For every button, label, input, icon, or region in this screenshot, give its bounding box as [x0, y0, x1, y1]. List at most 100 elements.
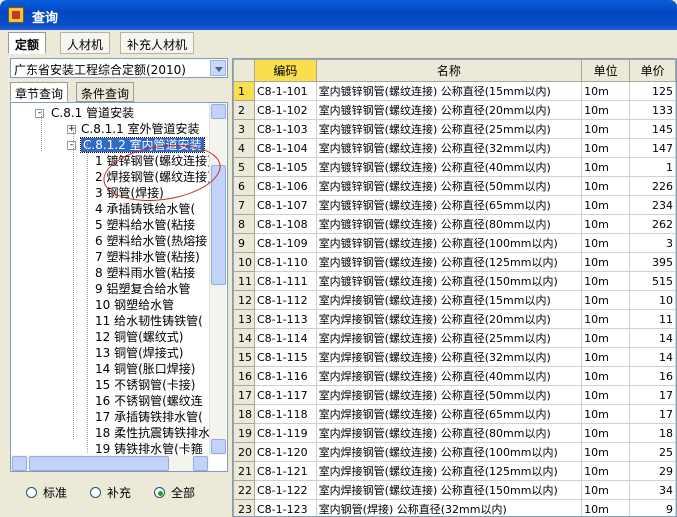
quota-code[interactable]: C8-1-111 [254, 271, 317, 291]
quota-price[interactable]: 14 [629, 347, 676, 367]
quota-price[interactable]: 29 [629, 461, 676, 481]
quota-unit[interactable]: 10m [581, 347, 631, 367]
table-row[interactable]: 20 C8-1-120 室内焊接钢管(螺纹连接) 公称直径(100mm以内) 10m 2… [233, 442, 676, 462]
quota-unit[interactable]: 10m [581, 138, 631, 158]
quota-unit[interactable]: 10m [581, 385, 631, 405]
quota-price[interactable]: 234 [629, 195, 676, 215]
quota-unit[interactable]: 10m [581, 271, 631, 291]
quota-name[interactable]: 室内镀锌钢管(螺纹连接) 公称直径(80mm以内) [315, 214, 583, 234]
quota-name[interactable]: 室内焊接钢管(螺纹连接) 公称直径(15mm以内) [315, 290, 583, 310]
quota-price[interactable]: 145 [629, 119, 676, 139]
table-row[interactable]: 3 C8-1-103 室内镀锌钢管(螺纹连接) 公称直径(25mm以内) 10m 145 [233, 119, 676, 139]
tree-node[interactable]: 3 钢管(焊接) [95, 185, 164, 201]
quota-price[interactable]: 9 [629, 499, 676, 516]
quota-code[interactable]: C8-1-102 [254, 100, 317, 120]
quota-name[interactable]: 室内镀锌钢管(螺纹连接) 公称直径(15mm以内) [315, 81, 583, 101]
tree-node[interactable]: 1 镀锌钢管(螺纹连接) [95, 153, 212, 169]
quota-name[interactable]: 室内焊接钢管(螺纹连接) 公称直径(50mm以内) [315, 385, 583, 405]
table-row[interactable]: 18 C8-1-118 室内焊接钢管(螺纹连接) 公称直径(65mm以内) 10m 17 [233, 404, 676, 424]
col-header-unit[interactable]: 单位 [581, 59, 631, 82]
scroll-left-button[interactable] [12, 456, 27, 471]
quota-name[interactable]: 室内焊接钢管(螺纹连接) 公称直径(150mm以内) [315, 480, 583, 500]
quota-name[interactable]: 室内焊接钢管(螺纹连接) 公称直径(20mm以内) [315, 309, 583, 329]
quota-name[interactable]: 室内镀锌钢管(螺纹连接) 公称直径(40mm以内) [315, 157, 583, 177]
table-row[interactable]: 19 C8-1-119 室内焊接钢管(螺纹连接) 公称直径(80mm以内) 10m 18 [233, 423, 676, 443]
quota-price[interactable]: 262 [629, 214, 676, 234]
tab-chapter-search[interactable]: 章节查询 [10, 82, 69, 102]
quota-grid[interactable]: 编码 名称 单位 单价 1 C8-1-101 室内镀锌钢管(螺纹连接) 公称直径(1… [232, 58, 677, 517]
quota-code[interactable]: C8-1-103 [254, 119, 317, 139]
quota-code[interactable]: C8-1-107 [254, 195, 317, 215]
quota-price[interactable]: 395 [629, 252, 676, 272]
table-row[interactable]: 1 C8-1-101 室内镀锌钢管(螺纹连接) 公称直径(15mm以内) 10m 125 [233, 81, 676, 101]
quota-unit[interactable]: 10m [581, 366, 631, 386]
quota-name[interactable]: 室内钢管(焊接) 公称直径(32mm以内) [315, 499, 583, 516]
quota-name[interactable]: 室内镀锌钢管(螺纹连接) 公称直径(25mm以内) [315, 119, 583, 139]
quota-unit[interactable]: 10m [581, 442, 631, 462]
table-row[interactable]: 22 C8-1-122 室内焊接钢管(螺纹连接) 公称直径(150mm以内) 10m 3… [233, 480, 676, 500]
quota-unit[interactable]: 10m [581, 423, 631, 443]
quota-code[interactable]: C8-1-113 [254, 309, 317, 329]
col-header-code[interactable]: 编码 [254, 59, 317, 82]
quota-price[interactable]: 17 [629, 385, 676, 405]
filter-supplement-radio[interactable]: 补充 [90, 484, 131, 501]
filter-all-radio[interactable]: 全部 [154, 484, 195, 501]
quota-unit[interactable]: 10m [581, 328, 631, 348]
tab-condition-search[interactable]: 条件查询 [76, 82, 135, 102]
chevron-down-icon[interactable] [210, 60, 226, 76]
quota-price[interactable]: 25 [629, 442, 676, 462]
quota-library-select[interactable]: 广东省安装工程综合定额(2010) [10, 58, 228, 78]
table-row[interactable]: 13 C8-1-113 室内焊接钢管(螺纹连接) 公称直径(20mm以内) 10m 11 [233, 309, 676, 329]
tab-labor-material-machine[interactable]: 人材机 [60, 32, 111, 54]
quota-code[interactable]: C8-1-104 [254, 138, 317, 158]
tree-node[interactable]: C.8.1.1 室外管道安装 [81, 121, 200, 137]
quota-unit[interactable]: 10m [581, 290, 631, 310]
quota-name[interactable]: 室内焊接钢管(螺纹连接) 公称直径(80mm以内) [315, 423, 583, 443]
table-row[interactable]: 17 C8-1-117 室内焊接钢管(螺纹连接) 公称直径(50mm以内) 10m 17 [233, 385, 676, 405]
quota-price[interactable]: 16 [629, 366, 676, 386]
tree-node[interactable]: 10 钢塑给水管 [95, 297, 174, 313]
quota-code[interactable]: C8-1-116 [254, 366, 317, 386]
quota-code[interactable]: C8-1-110 [254, 252, 317, 272]
tree-node[interactable]: 5 塑料给水管(粘接 [95, 217, 195, 233]
quota-price[interactable]: 133 [629, 100, 676, 120]
quota-price[interactable]: 34 [629, 480, 676, 500]
quota-name[interactable]: 室内焊接钢管(螺纹连接) 公称直径(40mm以内) [315, 366, 583, 386]
table-row[interactable]: 10 C8-1-110 室内镀锌钢管(螺纹连接) 公称直径(125mm以内) 10m 3… [233, 252, 676, 272]
quota-unit[interactable]: 10m [581, 480, 631, 500]
expand-icon[interactable]: + [67, 125, 76, 134]
quota-code[interactable]: C8-1-120 [254, 442, 317, 462]
quota-code[interactable]: C8-1-106 [254, 176, 317, 196]
table-row[interactable]: 7 C8-1-107 室内镀锌钢管(螺纹连接) 公称直径(65mm以内) 10m 234 [233, 195, 676, 215]
quota-code[interactable]: C8-1-115 [254, 347, 317, 367]
quota-code[interactable]: C8-1-121 [254, 461, 317, 481]
scroll-right-button[interactable] [193, 456, 208, 471]
tree-node[interactable]: 16 不锈钢管(螺纹连 [95, 393, 203, 409]
quota-code[interactable]: C8-1-123 [254, 499, 317, 516]
quota-unit[interactable]: 10m [581, 176, 631, 196]
tree-vertical-scrollbar[interactable] [209, 103, 226, 455]
quota-price[interactable]: 10 [629, 290, 676, 310]
scroll-up-button[interactable] [211, 104, 226, 119]
filter-standard-radio[interactable]: 标准 [26, 484, 67, 501]
table-row[interactable]: 9 C8-1-109 室内镀锌钢管(螺纹连接) 公称直径(100mm以内) 10m 3 [233, 233, 676, 253]
tree-node[interactable]: 9 铝塑复合给水管 [95, 281, 190, 297]
table-row[interactable]: 12 C8-1-112 室内焊接钢管(螺纹连接) 公称直径(15mm以内) 10m 10 [233, 290, 676, 310]
tree-node[interactable]: 18 柔性抗震铸铁排水 [95, 425, 210, 441]
quota-code[interactable]: C8-1-109 [254, 233, 317, 253]
quota-price[interactable]: 18 [629, 423, 676, 443]
quota-name[interactable]: 室内焊接钢管(螺纹连接) 公称直径(100mm以内) [315, 442, 583, 462]
scroll-thumb[interactable] [211, 165, 226, 285]
quota-price[interactable]: 3 [629, 233, 676, 253]
tree-node[interactable]: 14 铜管(胀口焊接) [95, 361, 195, 377]
quota-price[interactable]: 11 [629, 309, 676, 329]
table-row[interactable]: 2 C8-1-102 室内镀锌钢管(螺纹连接) 公称直径(20mm以内) 10m 133 [233, 100, 676, 120]
hscroll-thumb[interactable] [29, 456, 169, 471]
quota-price[interactable]: 14 [629, 328, 676, 348]
table-row[interactable]: 14 C8-1-114 室内焊接钢管(螺纹连接) 公称直径(25mm以内) 10m 14 [233, 328, 676, 348]
table-row[interactable]: 21 C8-1-121 室内焊接钢管(螺纹连接) 公称直径(125mm以内) 10m 2… [233, 461, 676, 481]
table-row[interactable]: 16 C8-1-116 室内焊接钢管(螺纹连接) 公称直径(40mm以内) 10m 16 [233, 366, 676, 386]
table-row[interactable]: 4 C8-1-104 室内镀锌钢管(螺纹连接) 公称直径(32mm以内) 10m 147 [233, 138, 676, 158]
quota-unit[interactable]: 10m [581, 233, 631, 253]
quota-name[interactable]: 室内镀锌钢管(螺纹连接) 公称直径(150mm以内) [315, 271, 583, 291]
